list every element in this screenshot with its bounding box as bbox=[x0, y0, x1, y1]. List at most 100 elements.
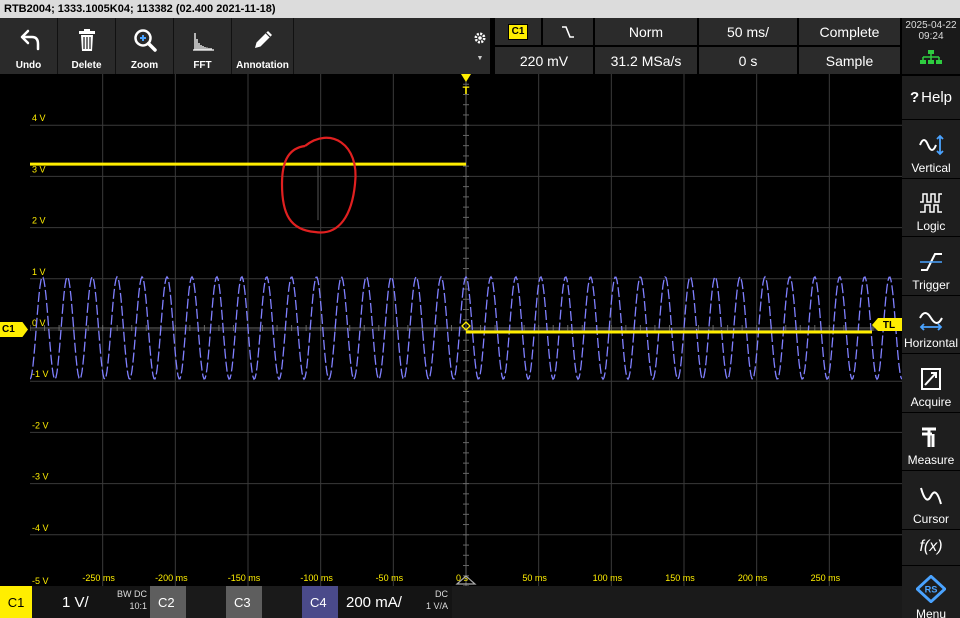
ch1-scale: 1 V/ bbox=[62, 593, 89, 611]
menu-button[interactable]: RS Menu bbox=[902, 566, 960, 618]
date-text: 2025-04-22 bbox=[905, 20, 957, 31]
chevron-down-icon: ▼ bbox=[476, 54, 484, 62]
ch2-settings[interactable] bbox=[186, 586, 226, 618]
time-offset-cell[interactable]: 0 s bbox=[699, 47, 797, 74]
x-axis-label: 150 ms bbox=[665, 573, 695, 583]
fft-button[interactable]: FFT bbox=[174, 18, 232, 74]
sample-rate-cell[interactable]: 31.2 MSa/s bbox=[595, 47, 697, 74]
cursor-icon bbox=[920, 487, 942, 504]
fx-label: f(x) bbox=[919, 538, 943, 555]
trigger-source-cell[interactable]: C1 bbox=[495, 18, 541, 45]
ch3-tab[interactable]: C3 bbox=[226, 586, 262, 618]
sidebar-item-logic[interactable]: Logic bbox=[902, 179, 960, 237]
sidebar-label: Horizontal bbox=[903, 336, 959, 350]
trigger-level-cell[interactable]: 220 mV bbox=[495, 47, 593, 74]
ch2-tab[interactable]: C2 bbox=[150, 586, 186, 618]
y-axis-label: -2 V bbox=[32, 420, 49, 430]
undo-button[interactable]: Undo bbox=[0, 18, 58, 74]
ch4-settings[interactable]: 200 mA/ DC 1 V/A bbox=[338, 586, 452, 618]
ch4-label: C4 bbox=[310, 594, 327, 610]
gear-icon bbox=[474, 32, 486, 43]
x-axis-label: 0 s bbox=[456, 573, 469, 583]
ch1-offset-marker[interactable]: C1 bbox=[0, 322, 28, 337]
sidebar-item-measure[interactable]: Measure bbox=[902, 413, 960, 471]
settings-panel: C1 Norm 50 ms/ Complete 220 mV 31.2 MSa/… bbox=[495, 18, 900, 74]
acquisition-mode-cell[interactable]: Sample bbox=[799, 47, 900, 74]
ch4-coupling: DC bbox=[435, 589, 448, 599]
network-icon bbox=[920, 50, 942, 64]
svg-text:RS: RS bbox=[925, 584, 938, 594]
zoom-label: Zoom bbox=[130, 60, 159, 71]
x-axis-label: -50 ms bbox=[376, 573, 404, 583]
y-axis-label: 3 V bbox=[32, 164, 46, 174]
y-axis-label: 4 V bbox=[32, 113, 46, 123]
sidebar-label: Logic bbox=[916, 219, 946, 233]
x-axis-label: -200 ms bbox=[155, 573, 188, 583]
x-axis-label: -150 ms bbox=[228, 573, 261, 583]
delete-button[interactable]: Delete bbox=[58, 18, 116, 74]
undo-label: Undo bbox=[15, 60, 42, 71]
sidebar-item-horizontal[interactable]: Horizontal bbox=[902, 296, 960, 354]
sidebar-label: Acquire bbox=[910, 394, 952, 409]
waveform-display[interactable]: 4 V 3 V 2 V 1 V 0 V -1 V -2 V -3 V -4 V -5 V -250 … bbox=[30, 74, 902, 586]
undo-icon bbox=[20, 29, 39, 51]
menu-label: Menu bbox=[915, 606, 947, 618]
sidebar-item-cursor[interactable]: Cursor bbox=[902, 471, 960, 530]
ch3-label: C3 bbox=[234, 594, 251, 610]
trigger-mode-cell[interactable]: Norm bbox=[595, 18, 697, 45]
title-bar: RTB2004; 1333.1005K04; 113382 (02.400 20… bbox=[0, 0, 960, 18]
trigger-icon bbox=[920, 252, 942, 271]
annotation-circle bbox=[280, 136, 357, 234]
trigger-source-badge: C1 bbox=[508, 23, 528, 40]
help-icon: ? bbox=[909, 89, 920, 106]
timebase-cell[interactable]: 50 ms/ bbox=[699, 18, 797, 45]
ch1-tab[interactable]: C1 bbox=[0, 586, 32, 618]
trigger-slope-cell[interactable] bbox=[543, 18, 593, 45]
help-button[interactable]: ? Help bbox=[902, 76, 960, 120]
ch1-bw-label: BW bbox=[116, 589, 132, 599]
settings-gear-button[interactable]: ▼ bbox=[470, 18, 490, 74]
trash-icon bbox=[78, 29, 95, 51]
zoom-button[interactable]: Zoom bbox=[116, 18, 174, 74]
pencil-icon bbox=[254, 31, 272, 48]
acquire-icon bbox=[921, 367, 941, 390]
math-fx-button[interactable]: f(x) bbox=[902, 530, 960, 566]
y-axis-label: -1 V bbox=[32, 369, 49, 379]
x-axis-label: 50 ms bbox=[522, 573, 547, 583]
sidebar-item-trigger[interactable]: Trigger bbox=[902, 237, 960, 296]
trigger-level-label: TL bbox=[883, 320, 895, 331]
toolbar: Undo Delete Zoom FFT Annotation bbox=[0, 18, 470, 74]
sidebar-label: Measure bbox=[907, 453, 955, 467]
acquisition-status-cell[interactable]: Complete bbox=[799, 18, 900, 45]
ch4-scale: 200 mA/ bbox=[346, 593, 402, 611]
y-axis-label: -5 V bbox=[32, 576, 49, 586]
y-axis-label: -4 V bbox=[32, 523, 49, 533]
sidebar: ? Help Vertical Logic Trigger Horizontal… bbox=[902, 76, 960, 618]
measure-icon bbox=[922, 427, 936, 447]
horizontal-icon bbox=[919, 312, 943, 331]
annotation-label: Annotation bbox=[236, 60, 289, 71]
ch3-settings[interactable] bbox=[262, 586, 302, 618]
fft-icon bbox=[192, 33, 214, 51]
y-axis-label: 1 V bbox=[32, 267, 46, 277]
ch4-tab[interactable]: C4 bbox=[302, 586, 338, 618]
vertical-icon bbox=[919, 134, 944, 155]
y-axis-label: 0 V bbox=[32, 318, 46, 328]
annotation-button[interactable]: Annotation bbox=[232, 18, 294, 74]
y-axis-label: -3 V bbox=[32, 472, 49, 482]
time-text: 09:24 bbox=[918, 31, 944, 42]
x-axis-label: 100 ms bbox=[593, 573, 623, 583]
trigger-marker-label: T bbox=[463, 85, 470, 97]
ch1-settings[interactable]: 1 V/ BW DC 10:1 bbox=[32, 586, 150, 618]
x-axis-label: 250 ms bbox=[811, 573, 841, 583]
sidebar-item-acquire[interactable]: Acquire bbox=[902, 354, 960, 413]
bottom-channel-bar: C1 1 V/ BW DC 10:1 C2 C3 C4 200 mA/ DC 1… bbox=[0, 586, 902, 618]
x-axis-label: -250 ms bbox=[82, 573, 115, 583]
sidebar-item-vertical[interactable]: Vertical bbox=[902, 120, 960, 179]
waveform-canvas: 4 V 3 V 2 V 1 V 0 V -1 V -2 V -3 V -4 V -5 V -250 … bbox=[30, 74, 902, 586]
fft-label: FFT bbox=[193, 60, 212, 71]
ch1-coupling: DC bbox=[134, 589, 147, 599]
datetime-display: 2025-04-22 09:24 bbox=[902, 18, 960, 74]
rs-logo-icon: RS bbox=[916, 574, 946, 603]
logic-icon bbox=[920, 193, 942, 213]
